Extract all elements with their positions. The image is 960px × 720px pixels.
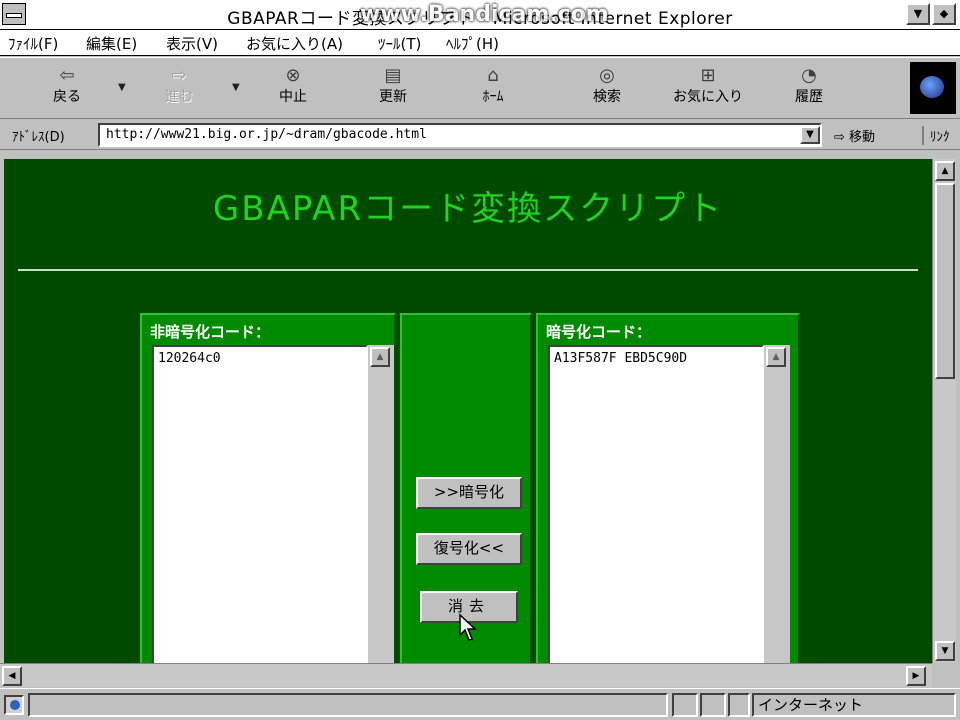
encrypted-code-value: A13F587F EBD5C90D: [554, 351, 688, 366]
forward-arrow-icon: ⇨: [171, 65, 187, 86]
history-icon: ◔: [801, 65, 817, 86]
scroll-up-icon[interactable]: ▲: [370, 347, 390, 367]
address-dropdown-icon[interactable]: ▼: [800, 126, 820, 144]
status-cell: [728, 693, 750, 717]
favorites-folder-icon: ⊞: [700, 65, 716, 86]
address-input[interactable]: http://www21.big.or.jp/~dram/gbacode.htm…: [98, 123, 822, 147]
forward-label: 進む: [165, 89, 193, 105]
plain-code-value: 120264c0: [158, 351, 221, 366]
mouse-cursor-icon: [459, 613, 477, 641]
forward-button[interactable]: ⇨ 進む: [142, 64, 216, 114]
forward-dropdown-icon[interactable]: ▼: [232, 82, 240, 93]
recording-watermark: www.Bandicam.com: [360, 2, 609, 27]
address-bar: ｱﾄﾞﾚｽ(D) http://www21.big.or.jp/~dram/gb…: [0, 120, 960, 150]
menu-favorites[interactable]: お気に入り(A): [246, 33, 343, 54]
scroll-left-icon[interactable]: ◀: [2, 666, 22, 686]
links-button[interactable]: ﾘﾝｸ: [922, 126, 950, 145]
button-panel: >>暗号化 復号化<< 消去: [400, 313, 532, 663]
menu-tools[interactable]: ﾂｰﾙ(T): [378, 33, 421, 54]
go-arrow-icon: ⇨: [834, 130, 850, 145]
menu-file[interactable]: ﾌｧｲﾙ(F): [8, 33, 58, 54]
page-heading: GBAPARコード変換スクリプト: [212, 189, 724, 229]
encrypt-button[interactable]: >>暗号化: [416, 477, 522, 509]
menu-help[interactable]: ﾍﾙﾌﾟ(H): [446, 33, 499, 54]
menu-bar: ﾌｧｲﾙ(F) 編集(E) 表示(V) お気に入り(A) ﾂｰﾙ(T) ﾍﾙﾌﾟ…: [0, 30, 960, 56]
favorites-button[interactable]: ⊞ お気に入り: [660, 64, 756, 114]
history-button[interactable]: ◔ 履歴: [772, 64, 846, 114]
decrypt-button[interactable]: 復号化<<: [416, 533, 522, 565]
status-cell: [700, 693, 726, 717]
scrollbar-corner: [932, 663, 960, 687]
refresh-button[interactable]: ▤ 更新: [356, 64, 430, 114]
favorites-label: お気に入り: [673, 89, 743, 105]
scroll-up-icon[interactable]: ▲: [935, 161, 955, 181]
back-button[interactable]: ⇦ 戻る: [30, 64, 104, 114]
scroll-thumb[interactable]: [935, 183, 955, 379]
scroll-down-icon[interactable]: ▼: [935, 641, 955, 661]
search-label: 検索: [593, 89, 621, 105]
scroll-up-icon[interactable]: ▲: [766, 347, 786, 367]
search-globe-icon: ◎: [599, 65, 615, 86]
stop-button[interactable]: ⊗ 中止: [256, 64, 330, 114]
plain-code-label: 非暗号化コード：: [150, 323, 271, 341]
content-viewport: GBAPARコード変換スクリプト 非暗号化コード： 120264c0 ▲ >>暗…: [0, 151, 960, 663]
search-button[interactable]: ◎ 検索: [570, 64, 644, 114]
encrypted-code-panel: 暗号化コード： A13F587F EBD5C90D ▲: [536, 313, 800, 663]
encrypted-code-scrollbar[interactable]: ▲: [764, 345, 790, 663]
encrypted-code-textarea[interactable]: A13F587F EBD5C90D: [548, 345, 764, 663]
title-bar: GBAPARコード変換スクリプト - Microsoft Internet Ex…: [0, 0, 960, 30]
horizontal-rule: [18, 269, 918, 271]
status-bar: インターネット: [0, 688, 960, 720]
ie-throbber-logo: [910, 62, 956, 114]
refresh-icon: ▤: [384, 65, 402, 86]
stop-icon: ⊗: [285, 65, 301, 86]
encrypted-code-label: 暗号化コード：: [546, 323, 652, 341]
minimize-button[interactable]: ▼: [906, 3, 930, 25]
go-label: 移動: [849, 130, 876, 145]
scroll-right-icon[interactable]: ▶: [906, 666, 926, 686]
refresh-label: 更新: [379, 89, 407, 105]
security-zone: インターネット: [752, 693, 956, 717]
status-cell: [672, 693, 698, 717]
history-label: 履歴: [795, 89, 823, 105]
plain-code-textarea[interactable]: 120264c0: [152, 345, 368, 663]
page-horizontal-scrollbar[interactable]: ◀ ▶: [0, 663, 932, 687]
plain-code-scrollbar[interactable]: ▲: [368, 345, 394, 663]
address-label: ｱﾄﾞﾚｽ(D): [12, 130, 65, 145]
maximize-button[interactable]: ◆: [932, 3, 956, 25]
home-button[interactable]: ⌂ ﾎｰﾑ: [456, 64, 530, 114]
page-status-icon: [4, 695, 24, 715]
stop-label: 中止: [279, 89, 307, 105]
menu-view[interactable]: 表示(V): [166, 33, 218, 54]
back-dropdown-icon[interactable]: ▼: [118, 82, 126, 93]
home-label: ﾎｰﾑ: [482, 89, 504, 105]
back-label: 戻る: [53, 89, 81, 105]
menu-edit[interactable]: 編集(E): [86, 33, 137, 54]
back-arrow-icon: ⇦: [59, 65, 75, 86]
home-icon: ⌂: [487, 65, 499, 86]
plain-code-panel: 非暗号化コード： 120264c0 ▲: [140, 313, 396, 663]
web-page: GBAPARコード変換スクリプト 非暗号化コード： 120264c0 ▲ >>暗…: [4, 159, 932, 663]
status-text-area: [28, 693, 668, 717]
toolbar: ⇦ 戻る ▼ ⇨ 進む ▼ ⊗ 中止 ▤ 更新 ⌂ ﾎｰﾑ ◎ 検索 ⊞ お気に…: [0, 57, 960, 119]
page-vertical-scrollbar[interactable]: ▲ ▼: [932, 159, 956, 663]
go-button[interactable]: ⇨ 移動: [834, 126, 875, 145]
